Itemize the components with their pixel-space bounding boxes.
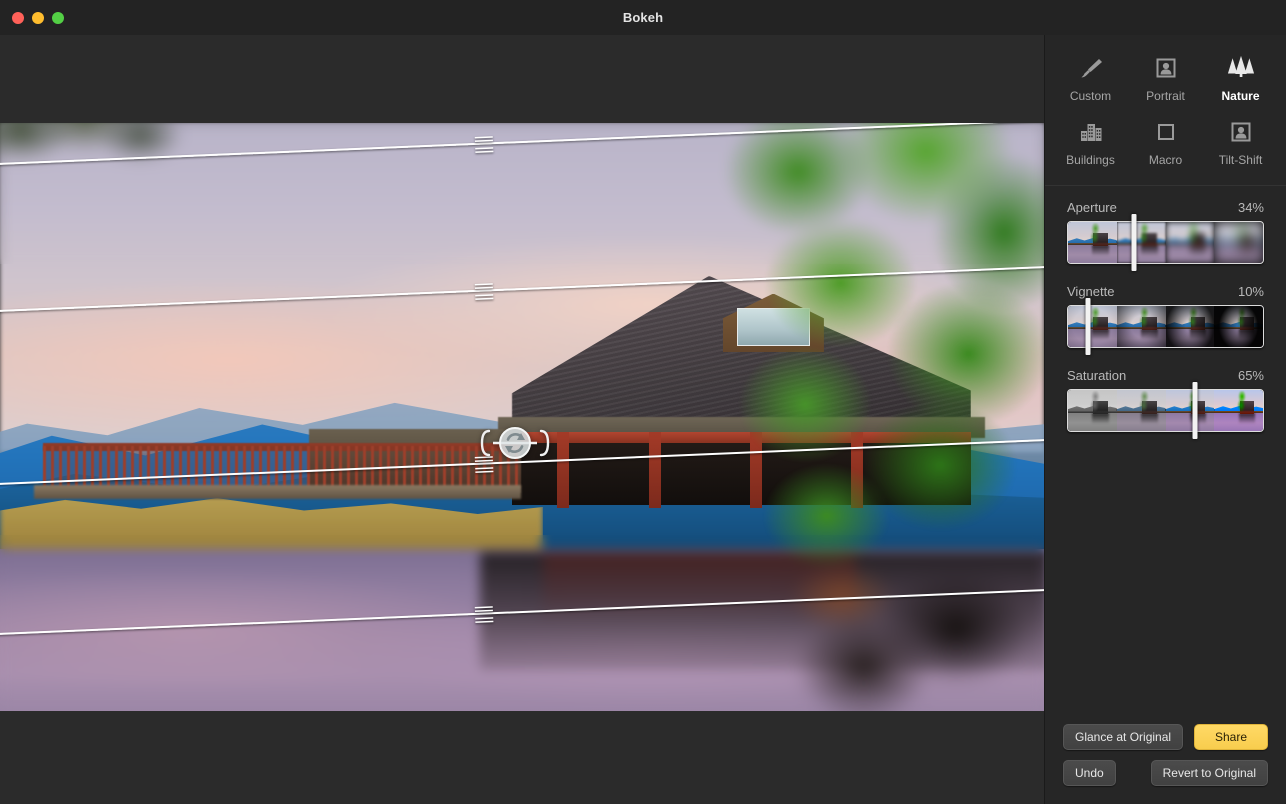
preview-strip xyxy=(1068,390,1263,431)
close-button[interactable] xyxy=(12,11,24,24)
aperture-slider-track[interactable] xyxy=(1067,214,1264,271)
slider-header: Saturation 65% xyxy=(1067,368,1264,383)
action-footer: Glance at Original Share Undo Revert to … xyxy=(1045,714,1286,804)
slider-header: Vignette 10% xyxy=(1067,284,1264,299)
app-window: Bokeh Custom Portrait Nature Buildings M… xyxy=(0,0,1286,804)
preview-strip xyxy=(1068,222,1263,263)
preset-tilt-shift[interactable]: Tilt-Shift xyxy=(1203,111,1278,171)
preset-macro[interactable]: Macro xyxy=(1128,111,1203,171)
revert-to-original-button[interactable]: Revert to Original xyxy=(1150,760,1268,786)
preview-frame xyxy=(1068,306,1117,347)
slider-aperture: Aperture 34% xyxy=(1067,200,1264,271)
edited-photo xyxy=(0,123,1044,711)
slider-value: 34% xyxy=(1237,200,1264,215)
vignette-slider-handle[interactable] xyxy=(1085,298,1090,355)
preview-frame xyxy=(1116,222,1166,263)
paintbrush-icon xyxy=(1077,53,1105,83)
preview-frame xyxy=(1165,222,1215,263)
preset-nature[interactable]: Nature xyxy=(1203,47,1278,107)
preset-label: Macro xyxy=(1148,153,1183,167)
preview-frame xyxy=(1165,390,1215,431)
window-title: Bokeh xyxy=(622,10,664,25)
preview-frame xyxy=(1214,222,1263,263)
inspector-sidebar: Custom Portrait Nature Buildings Macro T… xyxy=(1044,35,1286,804)
vignette-slider-track[interactable] xyxy=(1067,298,1264,355)
slider-label: Aperture xyxy=(1067,200,1117,215)
aperture-slider-handle[interactable] xyxy=(1131,214,1137,271)
preset-label: Portrait xyxy=(1146,89,1185,103)
window-body: Custom Portrait Nature Buildings Macro T… xyxy=(0,35,1286,804)
slider-label: Saturation xyxy=(1067,368,1127,383)
preview-frame xyxy=(1165,306,1215,347)
lodge-walkway xyxy=(33,484,521,500)
lodge-post xyxy=(649,431,662,509)
saturation-slider-track[interactable] xyxy=(1067,382,1264,439)
preset-buildings[interactable]: Buildings xyxy=(1053,111,1128,171)
preview-frame xyxy=(1214,390,1263,431)
preview-frame xyxy=(1116,306,1166,347)
preset-label: Nature xyxy=(1221,89,1260,103)
preset-portrait[interactable]: Portrait xyxy=(1128,47,1203,107)
empty-square-icon xyxy=(1152,117,1180,147)
preview-strip xyxy=(1068,306,1263,347)
portrait-frame-icon xyxy=(1227,117,1255,147)
preset-custom[interactable]: Custom xyxy=(1053,47,1128,107)
slider-label: Vignette xyxy=(1067,284,1115,299)
minimize-button[interactable] xyxy=(32,11,44,24)
trees-icon xyxy=(1226,53,1256,83)
saturation-slider-handle[interactable] xyxy=(1192,382,1198,439)
photo-foliage-right xyxy=(720,123,1044,617)
slider-value: 65% xyxy=(1237,368,1264,383)
photo-area[interactable] xyxy=(0,123,1044,711)
photo-foliage-top-left xyxy=(0,123,209,206)
share-button[interactable]: Share xyxy=(1194,724,1268,750)
city-buildings-icon xyxy=(1077,117,1105,147)
footer-row-top: Glance at Original Share xyxy=(1063,724,1268,750)
slider-header: Aperture 34% xyxy=(1067,200,1264,215)
preview-frame xyxy=(1068,222,1117,263)
preview-frame xyxy=(1116,390,1166,431)
portrait-frame-icon xyxy=(1152,53,1180,83)
preset-label: Buildings xyxy=(1066,153,1115,167)
slider-vignette: Vignette 10% xyxy=(1067,284,1264,355)
window-controls xyxy=(0,11,64,24)
image-canvas[interactable] xyxy=(0,35,1044,804)
lodge-post xyxy=(557,431,570,509)
preset-grid: Custom Portrait Nature Buildings Macro T… xyxy=(1045,35,1286,186)
zoom-button[interactable] xyxy=(52,11,64,24)
title-bar: Bokeh xyxy=(0,0,1286,35)
preset-label: Custom xyxy=(1069,89,1112,103)
lodge-railing xyxy=(43,446,521,488)
slider-saturation: Saturation 65% xyxy=(1067,368,1264,439)
glance-at-original-button[interactable]: Glance at Original xyxy=(1063,724,1184,750)
footer-row-bottom: Undo Revert to Original xyxy=(1063,760,1268,786)
undo-button[interactable]: Undo xyxy=(1063,760,1116,786)
photo-foliage-bottom-right xyxy=(793,558,1044,711)
preview-frame xyxy=(1214,306,1263,347)
adjustment-sliders: Aperture 34% Vignette 10% Saturation 65% xyxy=(1045,186,1286,452)
slider-value: 10% xyxy=(1237,284,1264,299)
preview-frame xyxy=(1068,390,1117,431)
preset-label: Tilt-Shift xyxy=(1218,153,1263,167)
